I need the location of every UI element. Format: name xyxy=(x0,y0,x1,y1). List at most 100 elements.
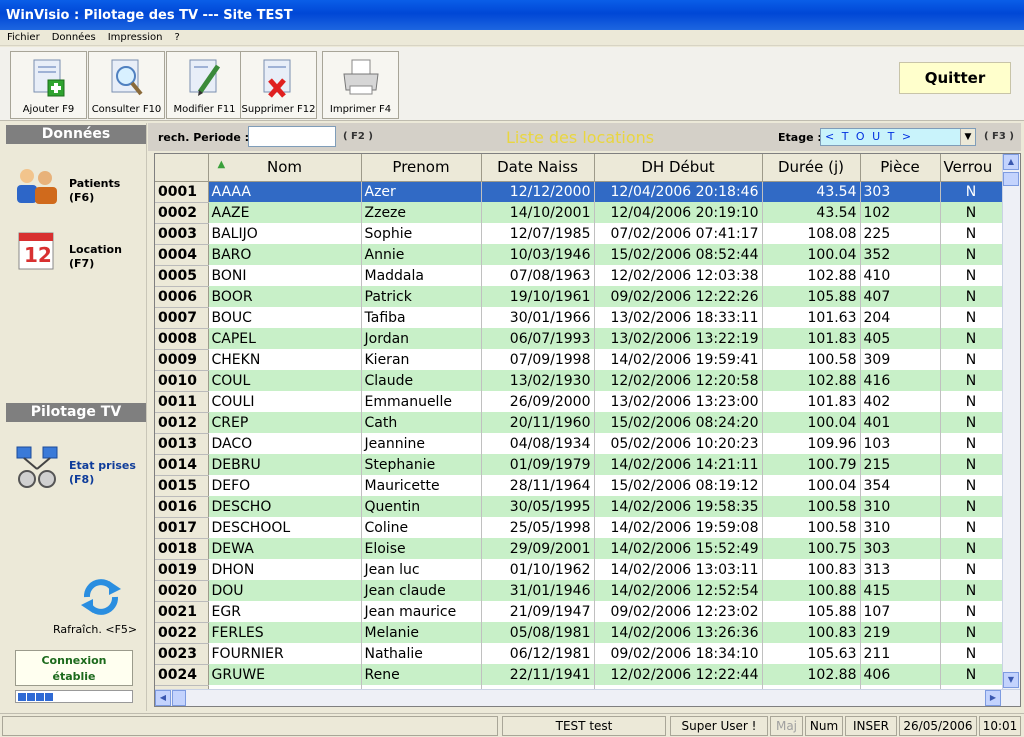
row-number[interactable]: 0013 xyxy=(155,433,209,455)
verrou-cell[interactable]: N xyxy=(940,538,1003,559)
row-number[interactable]: 0007 xyxy=(155,307,209,329)
date-naiss-cell[interactable]: 13/02/1930 xyxy=(481,370,595,391)
table-row[interactable]: 0014 DEBRU Stephanie 01/09/1979 14/02/2006 1… xyxy=(155,454,1003,476)
verrou-cell[interactable]: N xyxy=(940,265,1003,286)
piece-cell[interactable]: 407 xyxy=(860,286,941,307)
hscroll-thumb[interactable] xyxy=(172,690,186,706)
nom-cell[interactable]: BONI xyxy=(208,265,362,286)
date-naiss-cell[interactable]: 21/09/1947 xyxy=(481,601,595,622)
table-row[interactable]: 0024 GRUWE Rene 22/11/1941 12/02/2006 12:22:… xyxy=(155,664,1003,686)
prenom-cell[interactable]: Jean luc xyxy=(361,559,482,580)
row-number[interactable]: 0001 xyxy=(155,181,209,203)
row-number[interactable]: 0019 xyxy=(155,559,209,581)
table-row[interactable]: 0012 CREP Cath 20/11/1960 15/02/2006 08:24:2… xyxy=(155,412,1003,434)
col-header-prenom[interactable]: Prenom xyxy=(361,154,482,182)
row-number[interactable]: 0002 xyxy=(155,202,209,224)
delete-button[interactable]: Supprimer F12 xyxy=(240,51,317,119)
table-row[interactable]: 0010 COUL Claude 13/02/1930 12/02/2006 12:20… xyxy=(155,370,1003,392)
dh-debut-cell[interactable]: 14/02/2006 15:52:49 xyxy=(594,538,763,559)
nom-cell[interactable]: DEBRU xyxy=(208,454,362,475)
prenom-cell[interactable]: Quentin xyxy=(361,496,482,517)
dh-debut-cell[interactable]: 15/02/2006 08:24:20 xyxy=(594,412,763,433)
verrou-cell[interactable]: N xyxy=(940,202,1003,223)
nom-cell[interactable]: DEWA xyxy=(208,538,362,559)
prenom-cell[interactable]: Maddala xyxy=(361,265,482,286)
nom-cell[interactable]: BARO xyxy=(208,244,362,265)
dh-debut-cell[interactable]: 12/02/2006 12:03:38 xyxy=(594,265,763,286)
piece-cell[interactable]: 219 xyxy=(860,622,941,643)
dh-debut-cell[interactable]: 14/02/2006 19:59:08 xyxy=(594,517,763,538)
duree-cell[interactable]: 101.63 xyxy=(762,307,861,328)
row-number[interactable]: 0016 xyxy=(155,496,209,518)
edit-button[interactable]: Modifier F11 xyxy=(166,51,243,119)
piece-cell[interactable]: 406 xyxy=(860,664,941,685)
date-naiss-cell[interactable]: 12/07/1985 xyxy=(481,223,595,244)
scroll-right-icon[interactable]: ▶ xyxy=(985,690,1001,706)
prenom-cell[interactable]: Zzeze xyxy=(361,202,482,223)
table-row[interactable]: 0021 EGR Jean maurice 21/09/1947 09/02/2006 … xyxy=(155,601,1003,623)
date-naiss-cell[interactable]: 19/10/1961 xyxy=(481,286,595,307)
row-number[interactable]: 0014 xyxy=(155,454,209,476)
nom-cell[interactable]: FERLES xyxy=(208,622,362,643)
col-header-duree[interactable]: Durée (j) xyxy=(762,154,861,182)
col-header-rownum[interactable] xyxy=(155,154,209,182)
scroll-down-icon[interactable]: ▼ xyxy=(1003,672,1019,688)
table-row[interactable]: 0013 DACO Jeannine 04/08/1934 05/02/2006 10:… xyxy=(155,433,1003,455)
date-naiss-cell[interactable]: 14/10/2001 xyxy=(481,202,595,223)
nom-cell[interactable]: AAAA xyxy=(208,181,362,202)
duree-cell[interactable]: 105.88 xyxy=(762,601,861,622)
chevron-down-icon[interactable]: ▼ xyxy=(960,129,975,145)
dh-debut-cell[interactable]: 14/02/2006 19:59:41 xyxy=(594,349,763,370)
table-row[interactable]: 0016 DESCHO Quentin 30/05/1995 14/02/2006 19… xyxy=(155,496,1003,518)
nom-cell[interactable]: DEFO xyxy=(208,475,362,496)
duree-cell[interactable]: 100.04 xyxy=(762,412,861,433)
quit-button[interactable]: Quitter xyxy=(899,62,1011,94)
piece-cell[interactable]: 310 xyxy=(860,496,941,517)
table-row[interactable]: 0008 CAPEL Jordan 06/07/1993 13/02/2006 13:2… xyxy=(155,328,1003,350)
verrou-cell[interactable]: N xyxy=(940,475,1003,496)
piece-cell[interactable]: 313 xyxy=(860,559,941,580)
nom-cell[interactable]: CREP xyxy=(208,412,362,433)
date-naiss-cell[interactable]: 07/09/1998 xyxy=(481,349,595,370)
table-row[interactable]: 0002 AAZE Zzeze 14/10/2001 12/04/2006 20:19:… xyxy=(155,202,1003,224)
horizontal-scrollbar[interactable]: ◀ ▶ xyxy=(155,689,1020,706)
table-row[interactable]: 0003 BALIJO Sophie 12/07/1985 07/02/2006 07:… xyxy=(155,223,1003,245)
row-number[interactable]: 0006 xyxy=(155,286,209,308)
prenom-cell[interactable]: Emmanuelle xyxy=(361,391,482,412)
piece-cell[interactable]: 410 xyxy=(860,265,941,286)
scroll-left-icon[interactable]: ◀ xyxy=(155,690,171,706)
piece-cell[interactable]: 102 xyxy=(860,202,941,223)
scroll-thumb[interactable] xyxy=(1003,172,1019,186)
nom-cell[interactable]: COULI xyxy=(208,391,362,412)
date-naiss-cell[interactable]: 30/01/1966 xyxy=(481,307,595,328)
piece-cell[interactable]: 204 xyxy=(860,307,941,328)
patients-nav[interactable]: Patients (F6) xyxy=(13,163,143,213)
row-number[interactable]: 0005 xyxy=(155,265,209,287)
table-row[interactable]: 0001 AAAA Azer 12/12/2000 12/04/2006 20:18:4… xyxy=(155,181,1003,203)
prenom-cell[interactable]: Jean claude xyxy=(361,580,482,601)
piece-cell[interactable]: 354 xyxy=(860,475,941,496)
dh-debut-cell[interactable]: 14/02/2006 12:52:54 xyxy=(594,580,763,601)
dh-debut-cell[interactable]: 14/02/2006 13:03:11 xyxy=(594,559,763,580)
row-number[interactable]: 0010 xyxy=(155,370,209,392)
prenom-cell[interactable]: Nathalie xyxy=(361,643,482,664)
duree-cell[interactable]: 100.58 xyxy=(762,349,861,370)
nom-cell[interactable]: GRUWE xyxy=(208,664,362,685)
nom-cell[interactable]: BOOR xyxy=(208,286,362,307)
dh-debut-cell[interactable]: 15/02/2006 08:52:44 xyxy=(594,244,763,265)
piece-cell[interactable]: 303 xyxy=(860,538,941,559)
date-naiss-cell[interactable]: 22/11/1941 xyxy=(481,664,595,685)
verrou-cell[interactable]: N xyxy=(940,328,1003,349)
etage-select[interactable]: < T O U T > ▼ xyxy=(820,128,976,146)
prenom-cell[interactable]: Jean maurice xyxy=(361,601,482,622)
dh-debut-cell[interactable]: 14/02/2006 19:58:35 xyxy=(594,496,763,517)
table-row[interactable]: 0011 COULI Emmanuelle 26/09/2000 13/02/2006 … xyxy=(155,391,1003,413)
row-number[interactable]: 0004 xyxy=(155,244,209,266)
verrou-cell[interactable]: N xyxy=(940,622,1003,643)
etat-prises-nav[interactable]: Etat prises (F8) xyxy=(13,445,143,495)
nom-cell[interactable]: DESCHOOL xyxy=(208,517,362,538)
piece-cell[interactable]: 405 xyxy=(860,328,941,349)
prenom-cell[interactable]: Kieran xyxy=(361,349,482,370)
menu-help[interactable]: ? xyxy=(167,30,184,43)
row-number[interactable]: 0009 xyxy=(155,349,209,371)
